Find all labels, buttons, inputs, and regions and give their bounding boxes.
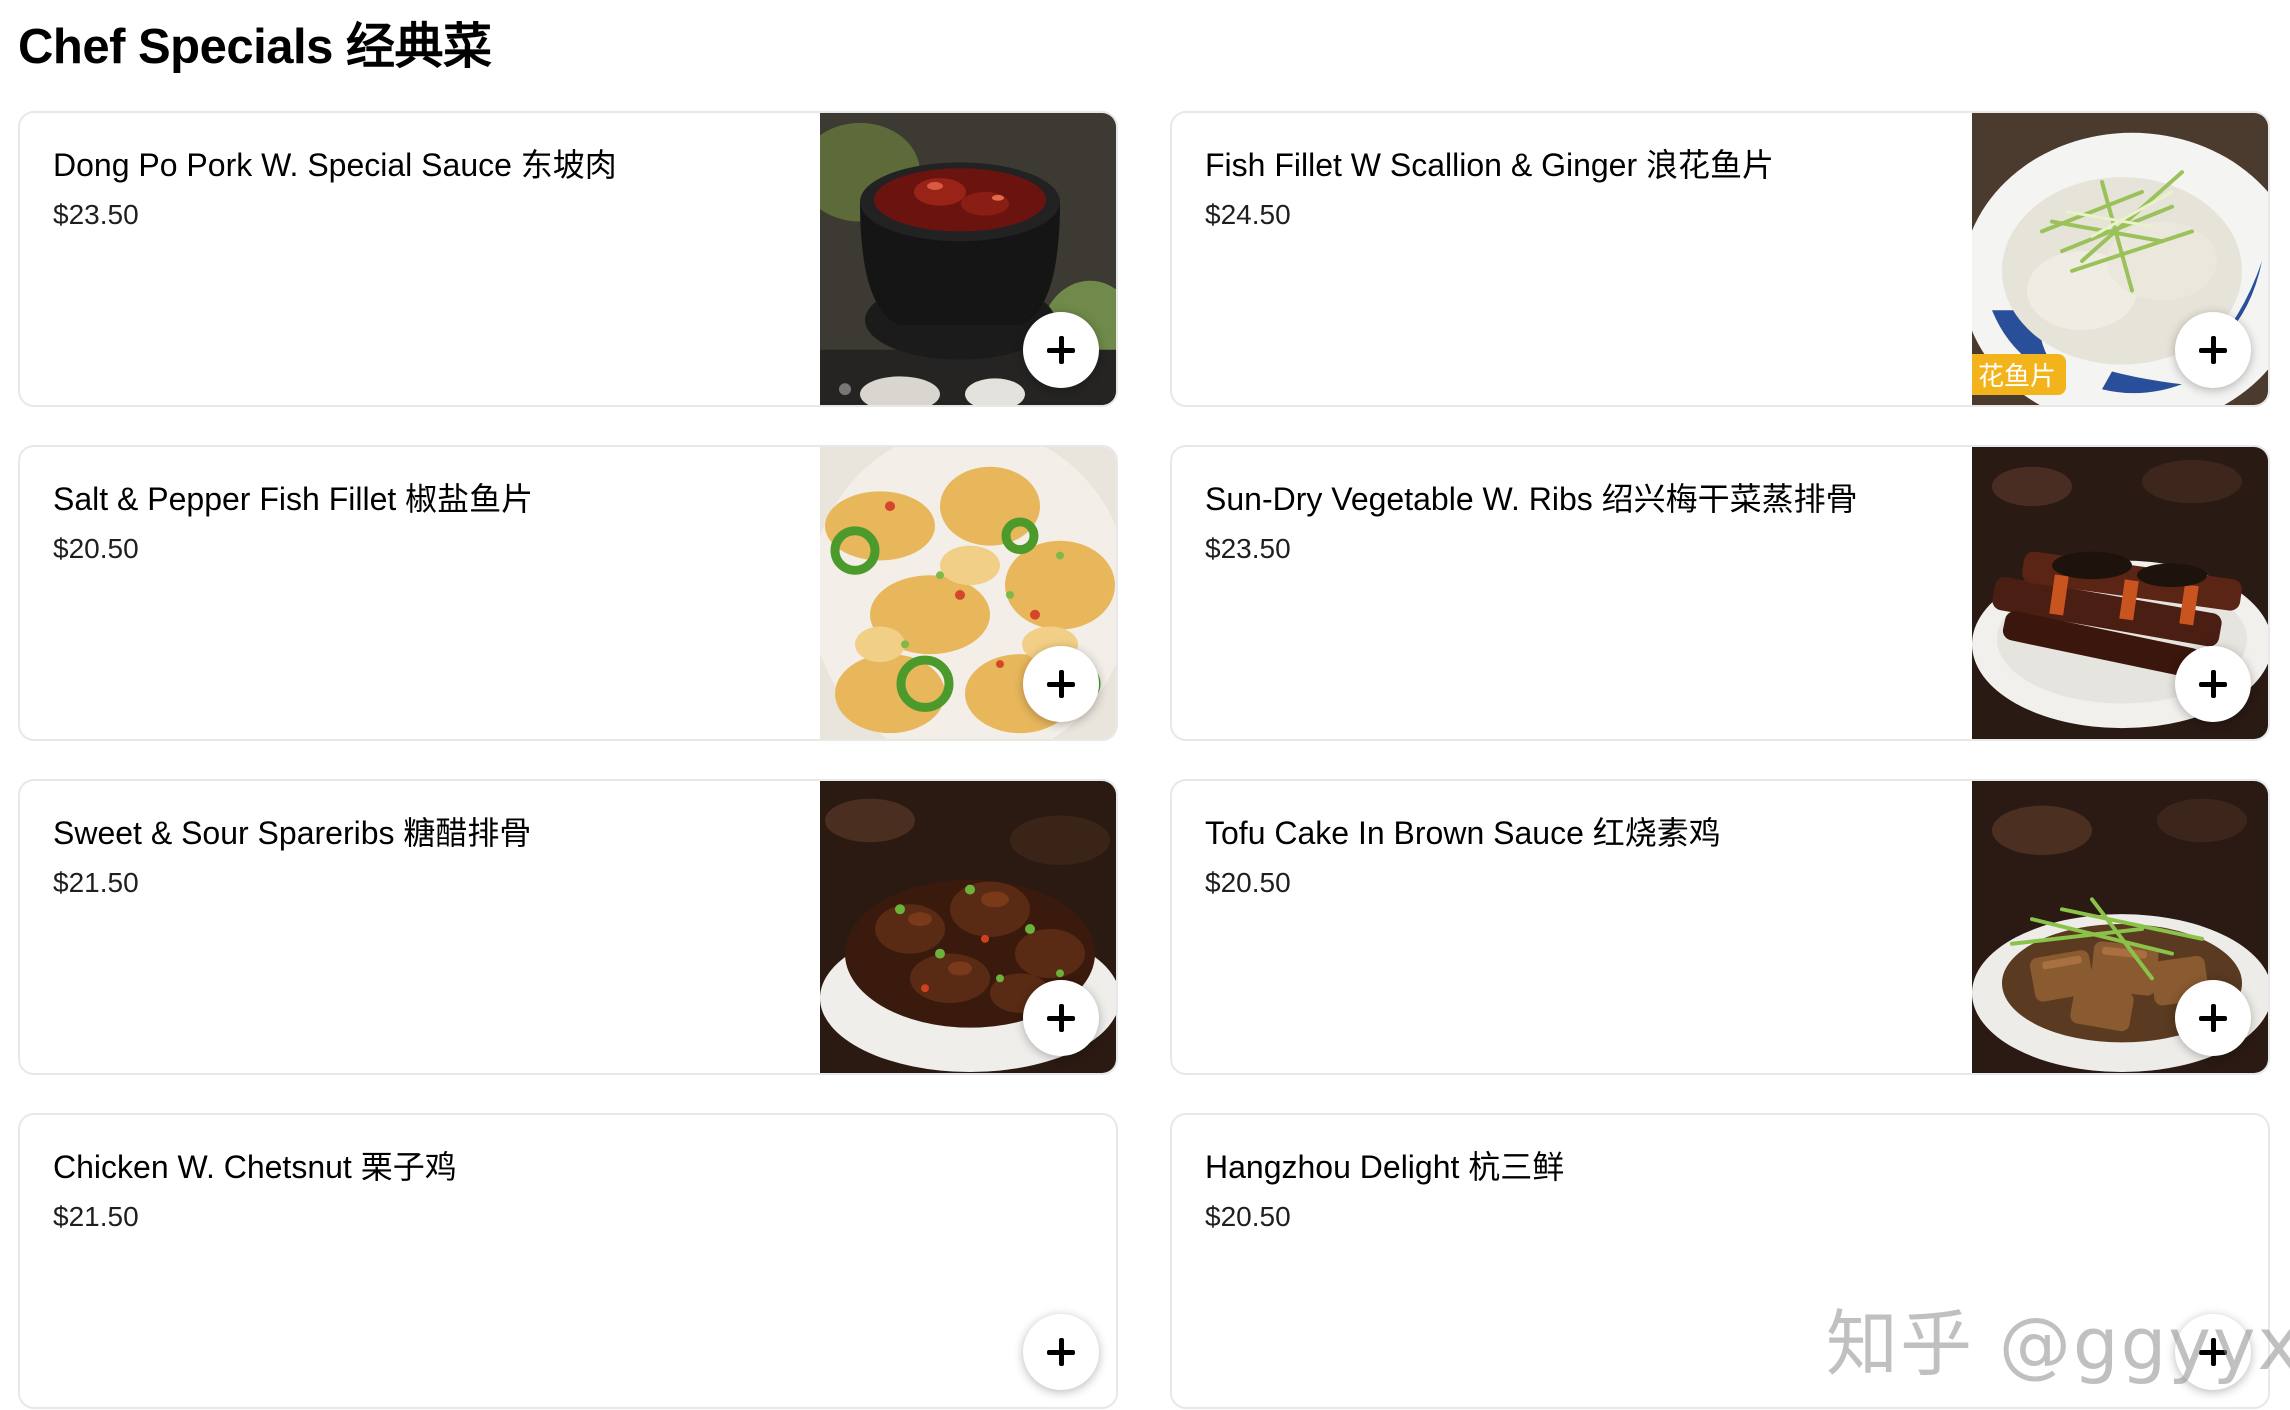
item-name: Fish Fillet W Scallion & Ginger 浪花鱼片 (1205, 147, 1775, 183)
image-tag: 花鱼片 (1972, 354, 2067, 395)
add-to-cart-button[interactable] (1023, 646, 1099, 722)
add-to-cart-button[interactable] (1023, 312, 1099, 388)
add-to-cart-button[interactable] (1023, 1314, 1099, 1390)
item-name: Sweet & Sour Spareribs 糖醋排骨 (53, 815, 532, 851)
item-price: $21.50 (53, 1201, 139, 1232)
menu-item-card[interactable]: Tofu Cake In Brown Sauce 红烧素鸡 $20.50 (1170, 779, 2270, 1075)
plus-icon (2199, 670, 2227, 698)
plus-icon (2199, 1338, 2227, 1366)
item-price: $20.50 (1205, 1201, 1291, 1232)
menu-item-card[interactable]: Dong Po Pork W. Special Sauce 东坡肉 $23.50 (18, 111, 1118, 407)
item-name: Sun-Dry Vegetable W. Ribs 绍兴梅干菜蒸排骨 (1205, 481, 1858, 517)
menu-item-card[interactable]: Sun-Dry Vegetable W. Ribs 绍兴梅干菜蒸排骨 $23.5… (1170, 445, 2270, 741)
add-to-cart-button[interactable] (2175, 646, 2251, 722)
plus-icon (2199, 336, 2227, 364)
item-name: Salt & Pepper Fish Fillet 椒盐鱼片 (53, 481, 534, 517)
item-name: Dong Po Pork W. Special Sauce 东坡肉 (53, 147, 617, 183)
plus-icon (1047, 336, 1075, 364)
menu-item-card[interactable]: Fish Fillet W Scallion & Ginger 浪花鱼片 $24… (1170, 111, 2270, 407)
item-price: $20.50 (1205, 867, 1291, 898)
item-name: Chicken W. Chetsnut 栗子鸡 (53, 1149, 457, 1185)
item-price: $23.50 (1205, 533, 1291, 564)
menu-grid: Dong Po Pork W. Special Sauce 东坡肉 $23.50 (18, 111, 2270, 1409)
plus-icon (1047, 670, 1075, 698)
plus-icon (2199, 1004, 2227, 1032)
menu-item-card[interactable]: Chicken W. Chetsnut 栗子鸡 $21.50 (18, 1113, 1118, 1409)
section-title: Chef Specials 经典菜 (18, 20, 492, 74)
item-name: Tofu Cake In Brown Sauce 红烧素鸡 (1205, 815, 1721, 851)
plus-icon (1047, 1338, 1075, 1366)
item-price: $20.50 (53, 533, 139, 564)
item-name: Hangzhou Delight 杭三鲜 (1205, 1149, 1565, 1185)
plus-icon (1047, 1004, 1075, 1032)
add-to-cart-button[interactable] (2175, 980, 2251, 1056)
add-to-cart-button[interactable] (2175, 312, 2251, 388)
item-price: $21.50 (53, 867, 139, 898)
menu-item-card[interactable]: Sweet & Sour Spareribs 糖醋排骨 $21.50 (18, 779, 1118, 1075)
item-price: $23.50 (53, 199, 139, 230)
add-to-cart-button[interactable] (2175, 1314, 2251, 1390)
item-price: $24.50 (1205, 199, 1291, 230)
menu-item-card[interactable]: Salt & Pepper Fish Fillet 椒盐鱼片 $20.50 (18, 445, 1118, 741)
menu-item-card[interactable]: Hangzhou Delight 杭三鲜 $20.50 (1170, 1113, 2270, 1409)
add-to-cart-button[interactable] (1023, 980, 1099, 1056)
